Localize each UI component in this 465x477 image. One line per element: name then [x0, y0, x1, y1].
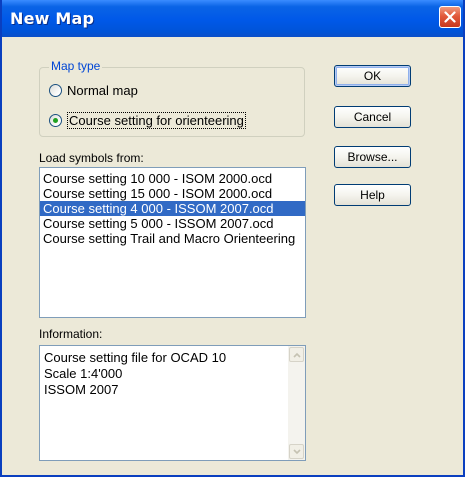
info-line: ISSOM 2007 — [44, 382, 119, 397]
map-type-legend: Map type — [49, 59, 103, 73]
info-line: Scale 1:4'000 — [44, 366, 123, 381]
scroll-up-button[interactable] — [289, 347, 304, 362]
radio-button-checked-icon[interactable] — [49, 113, 62, 127]
information-label: Information: — [39, 327, 103, 341]
scroll-down-button[interactable] — [289, 444, 304, 459]
list-item[interactable]: Course setting Trail and Macro Orienteer… — [40, 231, 305, 246]
symbols-listbox[interactable]: Course setting 10 000 - ISOM 2000.ocd Co… — [39, 167, 306, 318]
ok-button[interactable]: OK — [334, 65, 411, 87]
information-text: Course setting file for OCAD 10 Scale 1:… — [44, 350, 226, 398]
radio-button-icon[interactable] — [49, 83, 62, 97]
new-map-dialog: New Map Map type Normal map Course setti… — [0, 0, 465, 477]
window-title: New Map — [10, 9, 95, 28]
vertical-scrollbar[interactable] — [288, 346, 305, 460]
information-textbox[interactable]: Course setting file for OCAD 10 Scale 1:… — [39, 345, 306, 461]
radio-label-normal-map: Normal map — [67, 82, 138, 98]
load-symbols-label: Load symbols from: — [39, 151, 144, 165]
browse-button[interactable]: Browse... — [334, 146, 411, 168]
radio-normal-map[interactable]: Normal map — [49, 82, 138, 98]
radio-label-course-setting: Course setting for orienteering — [67, 111, 246, 129]
dialog-body: Map type Normal map Course setting for o… — [2, 37, 463, 477]
close-icon — [444, 11, 456, 23]
radio-course-setting[interactable]: Course setting for orienteering — [49, 111, 246, 129]
list-item[interactable]: Course setting 5 000 - ISSOM 2007.ocd — [40, 216, 305, 231]
arrow-up-icon — [293, 352, 301, 358]
title-bar[interactable]: New Map — [2, 0, 463, 37]
info-line: Course setting file for OCAD 10 — [44, 350, 227, 365]
list-item[interactable]: Course setting 15 000 - ISOM 2000.ocd — [40, 186, 305, 201]
cancel-button[interactable]: Cancel — [334, 106, 411, 128]
help-button[interactable]: Help — [334, 184, 411, 206]
arrow-down-icon — [293, 449, 301, 455]
close-button[interactable] — [439, 6, 461, 28]
list-item-selected[interactable]: Course setting 4 000 - ISSOM 2007.ocd — [40, 201, 305, 216]
list-item[interactable]: Course setting 10 000 - ISOM 2000.ocd — [40, 171, 305, 186]
